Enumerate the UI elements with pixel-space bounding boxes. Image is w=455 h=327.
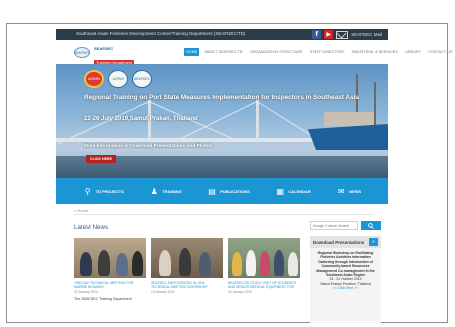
menu-item-home[interactable]: HOME	[184, 48, 200, 56]
menu-item-organization-structure[interactable]: ORGANIZATION STRUCTURE	[248, 48, 305, 56]
quicknav-td-projects[interactable]: ⚲ TD PROJECTS	[83, 186, 124, 196]
divider	[74, 214, 374, 215]
news-date: 10 January 2020	[228, 290, 252, 294]
person	[132, 251, 143, 276]
person	[179, 248, 191, 276]
menu-item-contact-us[interactable]: CONTACT US	[426, 48, 454, 56]
quicknav-news[interactable]: ✉ NEWS	[336, 186, 361, 196]
asean-logo: ASEAN	[84, 70, 104, 88]
search-icon	[368, 222, 374, 229]
panel-title: Download Presentations	[313, 239, 365, 245]
panel-click-here-link[interactable]: << Click Here >>	[313, 286, 378, 290]
quicknav-label: CALENDAR	[288, 188, 311, 194]
person	[246, 250, 256, 276]
person	[232, 252, 242, 276]
mail-link[interactable]: SEAFDEC Mail	[351, 32, 382, 37]
bridge-cable	[256, 101, 317, 140]
panel-header: Download Presentations »	[310, 236, 381, 248]
quicknav-label: PUBLICATIONS	[220, 188, 250, 194]
menu-item-industrial-services[interactable]: INDUSTRIAL & SERVICES	[350, 48, 400, 56]
person	[98, 250, 110, 276]
news-photo[interactable]	[228, 238, 300, 278]
calendar-icon: ▦	[276, 186, 285, 196]
panel-workshop-title: Regional Workshop on Facilitating Fisher…	[316, 251, 375, 278]
quicknav-label: TD PROJECTS	[95, 188, 124, 194]
quicknav-publications[interactable]: ▤ PUBLICATIONS	[207, 186, 250, 196]
panel-arrow-icon[interactable]: »	[369, 238, 378, 246]
news-title[interactable]: SEAFDEC PARTICIPATED IN JICA TECHNICAL M…	[151, 281, 223, 289]
person	[274, 250, 284, 276]
hero-subtitle: 22-26 July 2019,Samut Prakan, Thailand	[84, 116, 198, 122]
hero-banner: ASEAN JAPAN SEAFDEC Regional Training on…	[56, 64, 388, 178]
quicknav-calendar[interactable]: ▦ CALENDAR	[275, 186, 310, 196]
news-date: 20 January 2020	[74, 290, 98, 294]
menu-item-staff-directory[interactable]: STAFF DIRECTORY	[308, 48, 347, 56]
quicknav-label: NEWS	[349, 188, 362, 194]
map-pin-icon: ⚲	[84, 186, 91, 196]
port-crane	[374, 82, 376, 132]
book-icon: ▤	[208, 186, 216, 196]
person	[80, 252, 92, 276]
quick-nav: ⚲ TD PROJECTS ♟ TRAINING ▤ PUBLICATIONS …	[56, 178, 388, 204]
news-photo[interactable]	[74, 238, 146, 278]
seafdec-logo[interactable]: SEAFDEC	[74, 47, 90, 58]
latest-news-heading: Latest News	[74, 224, 109, 231]
news-card[interactable]: SEAFDEC/TD STUDY VISIT OF STUDENTS AND S…	[228, 238, 300, 294]
person	[288, 252, 298, 276]
social-links: f ▶ SEAFDEC Mail	[312, 30, 382, 39]
top-bar: Southeast Asian Fisheries Development Ce…	[56, 29, 388, 40]
news-title[interactable]: ONE DAY TECHNICAL MEETING FOR MARINE BIO…	[74, 281, 146, 289]
person	[116, 253, 128, 276]
news-card[interactable]: SEAFDEC PARTICIPATED IN JICA TECHNICAL M…	[151, 238, 223, 294]
news-excerpt: The SEAFDEC Training Department	[74, 297, 132, 301]
japan-logo: JAPAN	[108, 70, 128, 88]
search-button[interactable]	[361, 221, 381, 230]
menu-item-library[interactable]: LIBRARY	[403, 48, 423, 56]
panel-body: Regional Workshop on Facilitating Fisher…	[310, 248, 381, 294]
news-icon: ✉	[337, 186, 345, 196]
youtube-icon[interactable]: ▶	[324, 30, 334, 39]
seafdec-emblem: SEAFDEC	[132, 70, 152, 88]
main-menu: HOME ABOUT SEAFDEC/TD ORGANIZATION STRUC…	[184, 48, 454, 56]
breadcrumb[interactable]: < Home	[74, 208, 88, 213]
news-title[interactable]: SEAFDEC/TD STUDY VISIT OF STUDENTS AND S…	[228, 281, 300, 289]
hero-title: Regional Training on Port State Measures…	[84, 94, 359, 101]
news-card[interactable]: ONE DAY TECHNICAL MEETING FOR MARINE BIO…	[74, 238, 146, 301]
partner-logos: ASEAN JAPAN SEAFDEC	[84, 70, 152, 88]
news-photo[interactable]	[151, 238, 223, 278]
menu-item-about[interactable]: ABOUT SEAFDEC/TD	[202, 48, 244, 56]
person	[260, 251, 270, 276]
download-presentations-panel: Download Presentations » Regional Worksh…	[310, 236, 381, 323]
facebook-icon[interactable]: f	[312, 30, 322, 39]
quicknav-training[interactable]: ♟ TRAINING	[149, 186, 182, 196]
quicknav-label: TRAINING	[162, 188, 182, 194]
organization-name: Southeast Asian Fisheries Development Ce…	[76, 31, 246, 36]
person	[199, 252, 211, 276]
search-input[interactable]	[310, 221, 358, 230]
people-icon: ♟	[150, 186, 158, 196]
bridge-tower-right	[256, 100, 259, 140]
brand-line-1: SEAFDEC	[94, 46, 114, 51]
person	[159, 250, 171, 276]
news-date: 15 January 2020	[151, 290, 175, 294]
hero-more-info: More Information & Download Presentation…	[84, 144, 213, 149]
ship-superstructure	[324, 112, 374, 126]
ship-hull	[308, 124, 388, 150]
mail-icon[interactable]	[336, 30, 349, 39]
click-here-button[interactable]: CLICK HERE	[86, 155, 116, 163]
main-navbar: SEAFDEC SEAFDEC Training Department HOME…	[56, 42, 452, 65]
